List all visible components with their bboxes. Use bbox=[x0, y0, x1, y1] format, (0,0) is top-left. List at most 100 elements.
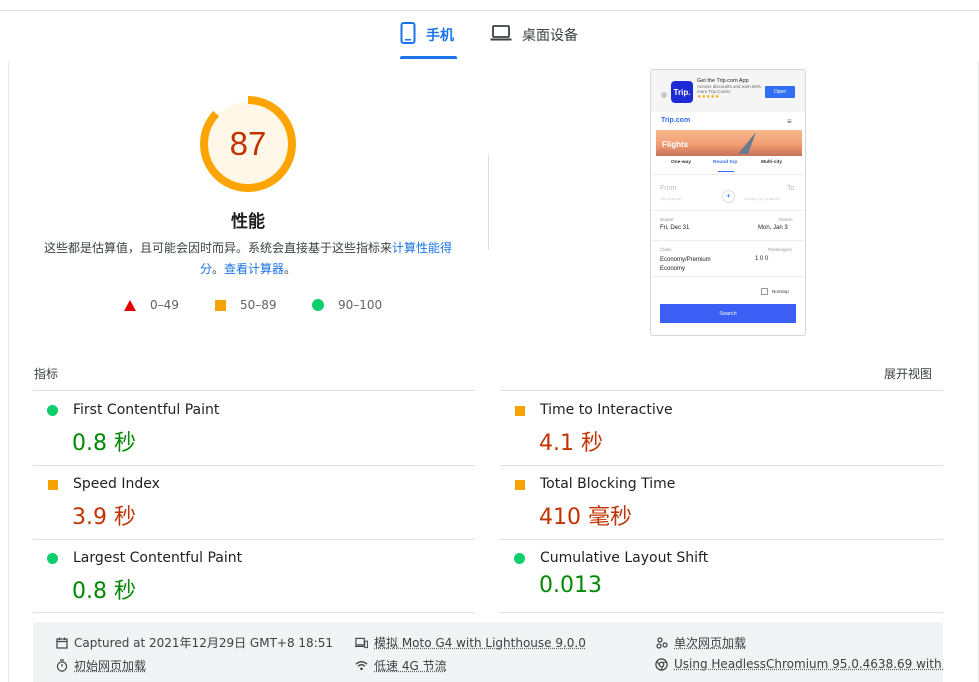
banner-text: Get the Trip.com App Access discounts an… bbox=[697, 78, 765, 100]
captured-at-text: Captured at 2021年12月29日 GMT+8 18:51 bbox=[74, 636, 333, 650]
metric-lcp: Largest Contentful Paint 0.8 秒 bbox=[33, 540, 473, 614]
browser-version-text: Using HeadlessChromium 95.0.4638.69 with… bbox=[674, 657, 943, 671]
divider bbox=[651, 240, 805, 241]
description-end: 。 bbox=[284, 262, 297, 276]
metric-name: Largest Contentful Paint bbox=[73, 550, 243, 566]
to-label: To bbox=[787, 185, 795, 192]
metrics-header: 指标 bbox=[34, 367, 59, 381]
hero-title: Flights bbox=[662, 140, 689, 149]
metric-value: 0.8 秒 bbox=[72, 431, 136, 456]
app-banner: Trip. Get the Trip.com App Access discou… bbox=[651, 70, 805, 112]
tab-multicity: Multi-city bbox=[761, 160, 783, 165]
captured-at: Captured at 2021年12月29日 GMT+8 18:51 bbox=[55, 634, 333, 651]
network-throttling[interactable]: 低速 4G 节流 bbox=[355, 657, 447, 674]
fail-triangle-icon bbox=[124, 299, 136, 311]
passengers-value: 1 0 0 bbox=[755, 256, 769, 262]
pass-circle-icon bbox=[47, 405, 58, 416]
legend-pass-label: 90–100 bbox=[338, 298, 383, 312]
metrics-divider bbox=[33, 612, 475, 613]
banner-stars: ★★★★★ bbox=[697, 94, 720, 100]
divider bbox=[651, 276, 805, 277]
initial-page-load-text: 初始网页加载 bbox=[74, 659, 147, 673]
metric-fcp: First Contentful Paint 0.8 秒 bbox=[33, 392, 473, 466]
metric-tti: Time to Interactive 4.1 秒 bbox=[500, 392, 940, 466]
runtime-settings: Captured at 2021年12月29日 GMT+8 18:51 模拟 M… bbox=[33, 622, 943, 682]
metric-name: Total Blocking Time bbox=[540, 476, 676, 492]
tab-desktop-label: 桌面设备 bbox=[522, 28, 578, 44]
class-label: Class bbox=[660, 247, 672, 252]
tab-desktop[interactable]: 桌面设备 bbox=[490, 11, 578, 59]
tab-roundtrip: Round trip bbox=[713, 160, 738, 165]
legend-pass: 90–100 bbox=[312, 298, 382, 312]
performance-gauge[interactable]: 87 bbox=[200, 96, 296, 192]
metric-value: 410 毫秒 bbox=[539, 505, 632, 530]
tab-underline bbox=[718, 171, 734, 172]
device-tabs: 手机 桌面设备 bbox=[0, 11, 979, 61]
nonstop-checkbox bbox=[761, 288, 768, 295]
metrics-divider bbox=[500, 390, 943, 391]
pass-circle-icon bbox=[312, 299, 324, 311]
calendar-icon bbox=[55, 636, 68, 649]
legend-average: 50–89 bbox=[215, 298, 277, 312]
banner-open-button: Open bbox=[765, 86, 795, 98]
swap-plane-icon: ✈ bbox=[722, 190, 735, 203]
vertical-divider bbox=[488, 155, 489, 250]
banner-close-icon bbox=[661, 92, 667, 98]
pass-circle-icon bbox=[47, 553, 58, 564]
legend-fail: 0–49 bbox=[124, 298, 179, 312]
average-square-icon bbox=[48, 480, 58, 490]
view-calculator-link[interactable]: 查看计算器 bbox=[224, 262, 284, 276]
search-button: Search bbox=[660, 304, 796, 323]
wifi-icon bbox=[355, 659, 368, 672]
from-label: From bbox=[660, 185, 677, 192]
tab-active-indicator bbox=[400, 56, 457, 59]
class-value: Economy/Premium Economy bbox=[660, 257, 711, 272]
devices-icon bbox=[355, 636, 368, 649]
phone-icon bbox=[400, 22, 416, 48]
description-sep: 。 bbox=[211, 262, 224, 276]
metric-value: 0.013 bbox=[539, 573, 602, 598]
menu-icon: ≡ bbox=[787, 117, 792, 126]
expand-view-toggle[interactable]: 展开视图 bbox=[884, 365, 932, 382]
average-square-icon bbox=[215, 299, 226, 311]
legend-average-label: 50–89 bbox=[240, 298, 277, 312]
final-screenshot: Trip. Get the Trip.com App Access discou… bbox=[650, 69, 806, 336]
single-page-load[interactable]: 单次网页加载 bbox=[655, 634, 746, 651]
tab-mobile[interactable]: 手机 bbox=[400, 11, 457, 59]
browser-version[interactable]: Using HeadlessChromium 95.0.4638.69 with… bbox=[655, 657, 943, 671]
metric-cls: Cumulative Layout Shift 0.013 bbox=[500, 540, 940, 614]
return-value: Mon, Jan 3 bbox=[758, 225, 788, 231]
chrome-icon bbox=[655, 657, 668, 671]
divider bbox=[651, 174, 805, 175]
description-text: 这些都是估算值，且可能会因时而异。系统会直接基于这些指标来 bbox=[43, 241, 392, 255]
metrics-divider bbox=[500, 612, 943, 613]
metric-name: Time to Interactive bbox=[540, 402, 673, 418]
session-icon bbox=[655, 636, 668, 649]
single-page-load-text: 单次网页加载 bbox=[674, 636, 747, 650]
performance-score: 87 bbox=[229, 125, 267, 162]
average-square-icon bbox=[515, 406, 525, 416]
metric-value: 3.9 秒 bbox=[72, 505, 136, 530]
performance-title: 性能 bbox=[231, 212, 265, 232]
tab-oneway: One-way bbox=[671, 160, 691, 165]
metric-tbt: Total Blocking Time 410 毫秒 bbox=[500, 466, 940, 540]
tab-mobile-label: 手机 bbox=[426, 28, 454, 44]
network-throttling-text: 低速 4G 节流 bbox=[374, 659, 447, 673]
brand-name: Trip.com bbox=[661, 117, 691, 124]
laptop-icon bbox=[490, 24, 512, 46]
pass-circle-icon bbox=[514, 553, 525, 564]
divider bbox=[651, 210, 805, 211]
average-square-icon bbox=[515, 480, 525, 490]
from-sub: City or airport bbox=[660, 197, 682, 201]
to-sub: Country, city or airport bbox=[744, 197, 780, 201]
initial-page-load[interactable]: 初始网页加载 bbox=[55, 657, 146, 674]
metric-value: 4.1 秒 bbox=[539, 431, 603, 456]
metrics-divider bbox=[33, 390, 475, 391]
passengers-label: Passengers bbox=[768, 247, 792, 252]
depart-label: Depart bbox=[660, 217, 674, 222]
emulated-device[interactable]: 模拟 Moto G4 with Lighthouse 9.0.0 bbox=[355, 634, 586, 651]
emulated-device-text: 模拟 Moto G4 with Lighthouse 9.0.0 bbox=[374, 636, 586, 650]
hero-image: Flights bbox=[656, 130, 802, 156]
timer-icon bbox=[55, 659, 68, 672]
metric-name: Speed Index bbox=[73, 476, 160, 492]
